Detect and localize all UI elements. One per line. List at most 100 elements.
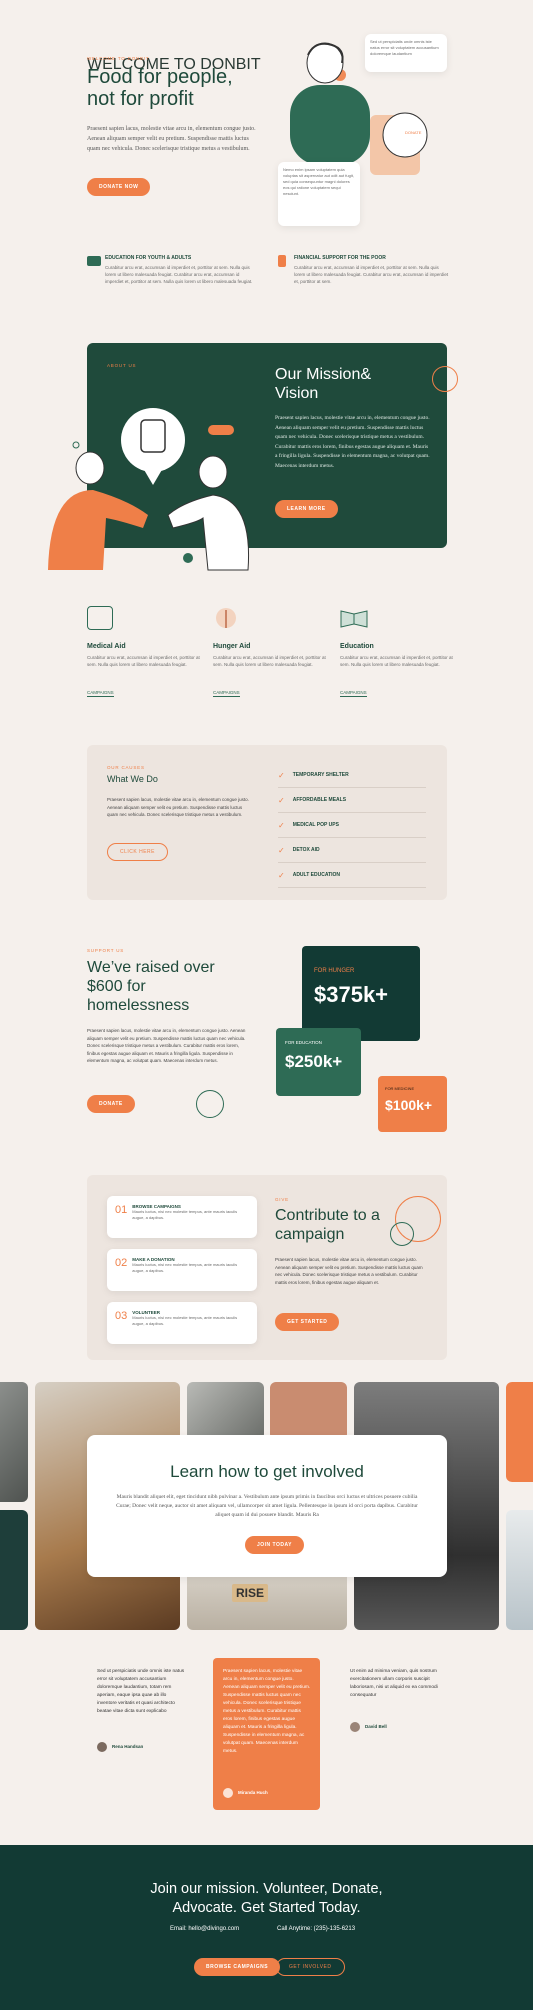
contribute-body: Praesent sapien lacus, molestie vitae ar…	[275, 1257, 423, 1285]
donate-now-button[interactable]: DONATE NOW	[87, 178, 151, 196]
list-item-label: TEMPORARY SHELTER	[292, 772, 349, 778]
stat-label: FOR MEDICINE	[385, 1086, 415, 1091]
learn-more-button[interactable]: LEARN MORE	[275, 500, 338, 518]
stat-label: FOR EDUCATION	[285, 1040, 322, 1045]
check-icon: ✓	[278, 845, 285, 855]
decor-ring-mission	[432, 366, 458, 392]
cta-email[interactable]: Email: hello@divingo.com	[170, 1926, 239, 1932]
coins-photo-small	[187, 1382, 264, 1440]
involved-title: Learn how to get involved	[170, 1462, 364, 1481]
program-title-hunger: Hunger Aid	[213, 643, 251, 650]
mission-eyebrow: ABOUT US	[107, 363, 137, 368]
click-here-button[interactable]: CLICK HERE	[107, 843, 169, 861]
jar-icon	[278, 255, 286, 267]
feature-title-financial: FINANCIAL SUPPORT FOR THE POOR	[294, 255, 386, 261]
testimonial-quote-1: Sed ut perspiciatis unde omnis iste natu…	[97, 1669, 185, 1714]
testimonial-quote-3: Ut enim ad minima veniam, quis nostrum e…	[350, 1669, 438, 1698]
raised-title: We’ve raised over $600 for homelessness	[87, 959, 215, 1014]
campaigns-link-hunger[interactable]: CAMPAIGNS	[213, 690, 240, 697]
stat-card-hunger: FOR HUNGER $375k+	[302, 946, 420, 1041]
handshake-illustration	[48, 390, 258, 575]
donate-button[interactable]: DONATE	[87, 1095, 135, 1113]
stat-label: FOR HUNGER	[314, 968, 355, 974]
get-involved-button[interactable]: GET INVOLVED	[276, 1958, 345, 1976]
step-number: 03	[115, 1310, 128, 1322]
scrabble-word: RISE	[232, 1584, 269, 1602]
step-card-volunteer[interactable]: 03 VOLUNTEER Mauris luctus, nisi nec mol…	[107, 1302, 257, 1344]
cta-title: Join our mission. Volunteer, Donate, Adv…	[150, 1881, 383, 1916]
list-item: ✓ MEDICAL POP UPS	[278, 813, 426, 838]
donate-badge: DONATE	[405, 130, 422, 135]
raised-eyebrow: SUPPORT US	[87, 948, 125, 953]
campaigns-link-medical[interactable]: CAMPAIGNS	[87, 690, 114, 697]
coins-photo	[0, 1382, 28, 1502]
program-body-hunger: Curabitur arcu erat, accumsan id imperdi…	[213, 655, 326, 667]
orange-tile	[506, 1382, 533, 1482]
browse-campaigns-button[interactable]: BROWSE CAMPAIGNS	[194, 1958, 281, 1976]
involved-body: Mauris blandit aliquet elit, eget tincid…	[116, 1494, 418, 1518]
cta-footer	[0, 1845, 533, 2010]
causes-title: What We Do	[107, 774, 158, 784]
list-item: ✓ DETOX AID	[278, 838, 426, 863]
plane-photo	[506, 1510, 533, 1630]
list-item: ✓ TEMPORARY SHELTER	[278, 763, 426, 788]
program-title-medical: Medical Aid	[87, 643, 126, 650]
briefcase-icon	[87, 256, 101, 266]
feature-body-financial: Curabitur arcu erat, accumsan id imperdi…	[294, 265, 449, 284]
list-item: ✓ ADULT EDUCATION	[278, 863, 426, 888]
hero-title: Food for people, not for profit	[87, 66, 233, 110]
program-title-education: Education	[340, 643, 374, 650]
decor-ring-raised	[196, 1090, 224, 1118]
hero-bubble-bottom-text: Nemo enim ipsam voluptatem quia voluptas…	[283, 167, 354, 196]
step-body: Mauris luctus, nisi nec molestie tempus,…	[132, 1315, 238, 1326]
step-number: 01	[115, 1204, 128, 1216]
hero-bubble-bottom: Nemo enim ipsam voluptatem quia voluptas…	[278, 162, 360, 226]
plant-icon	[215, 606, 237, 630]
stat-value: $375k+	[314, 982, 389, 1007]
mission-title: Our Mission& Vision	[275, 366, 372, 402]
feature-title-education: EDUCATION FOR YOUTH & ADULTS	[105, 255, 192, 261]
avatar	[350, 1722, 360, 1732]
hero-bubble-top-text: Sed ut perspiciatis unde omnis iste natu…	[370, 39, 439, 56]
testimonial-name-1: Rena Handsan	[112, 1744, 144, 1749]
mission-body: Praesent sapien lacus, molestie vitae ar…	[275, 415, 430, 469]
book-icon	[340, 608, 368, 628]
step-number: 02	[115, 1257, 128, 1269]
program-body-education: Curabitur arcu erat, accumsan id imperdi…	[340, 655, 453, 667]
scrabble-tiles: RISE	[232, 1584, 269, 1602]
scrabble-photo: RISE	[187, 1570, 347, 1630]
hero-eyebrow-text: WELCOME TO DONBIT	[87, 56, 150, 61]
join-today-button[interactable]: JOIN TODAY	[245, 1536, 305, 1554]
contribute-title: Contribute to a campaign	[275, 1207, 380, 1243]
green-tile	[0, 1510, 28, 1630]
step-card-browse[interactable]: 01 BROWSE CAMPAIGNS Mauris luctus, nisi …	[107, 1196, 257, 1238]
list-item-label: ADULT EDUCATION	[292, 872, 341, 878]
testimonial-quote-2: Praesent sapien lacus, molestie vitae ar…	[223, 1669, 311, 1754]
testimonial-name-2: Miranda Huch	[238, 1790, 268, 1795]
testimonial-name-3: David Bell	[365, 1724, 387, 1729]
stat-card-medicine: FOR MEDICINE $100k+	[378, 1076, 447, 1132]
avatar	[97, 1742, 107, 1752]
list-item: ✓ AFFORDABLE MEALS	[278, 788, 426, 813]
cta-phone[interactable]: Call Anytime: (235)-135-6213	[277, 1926, 355, 1932]
list-item-label: MEDICAL POP UPS	[292, 822, 339, 828]
medical-bag-icon	[87, 606, 113, 630]
causes-eyebrow: OUR CAUSES	[107, 765, 145, 770]
avatar	[223, 1788, 233, 1798]
step-body: Mauris luctus, nisi nec molestie tempus,…	[132, 1262, 238, 1273]
contribute-eyebrow: GIVE	[275, 1197, 289, 1202]
check-icon: ✓	[278, 770, 285, 780]
decor-ring-contribute-small	[390, 1222, 414, 1246]
check-icon: ✓	[278, 795, 285, 805]
step-card-donate[interactable]: 02 MAKE A DONATION Mauris luctus, nisi n…	[107, 1249, 257, 1291]
list-item-label: AFFORDABLE MEALS	[292, 797, 347, 803]
stat-value: $100k+	[385, 1097, 433, 1113]
causes-body: Praesent sapien lacus, molestie vitae ar…	[107, 797, 249, 817]
hero-bubble-top: Sed ut perspiciatis unde omnis iste natu…	[365, 34, 447, 72]
causes-list: ✓ TEMPORARY SHELTER ✓ AFFORDABLE MEALS ✓…	[278, 763, 426, 888]
campaigns-link-education[interactable]: CAMPAIGNS	[340, 690, 367, 697]
get-started-button[interactable]: GET STARTED	[275, 1313, 340, 1331]
step-body: Mauris luctus, nisi nec molestie tempus,…	[132, 1209, 238, 1220]
check-icon: ✓	[278, 870, 285, 880]
stat-value: $250k+	[285, 1052, 343, 1071]
